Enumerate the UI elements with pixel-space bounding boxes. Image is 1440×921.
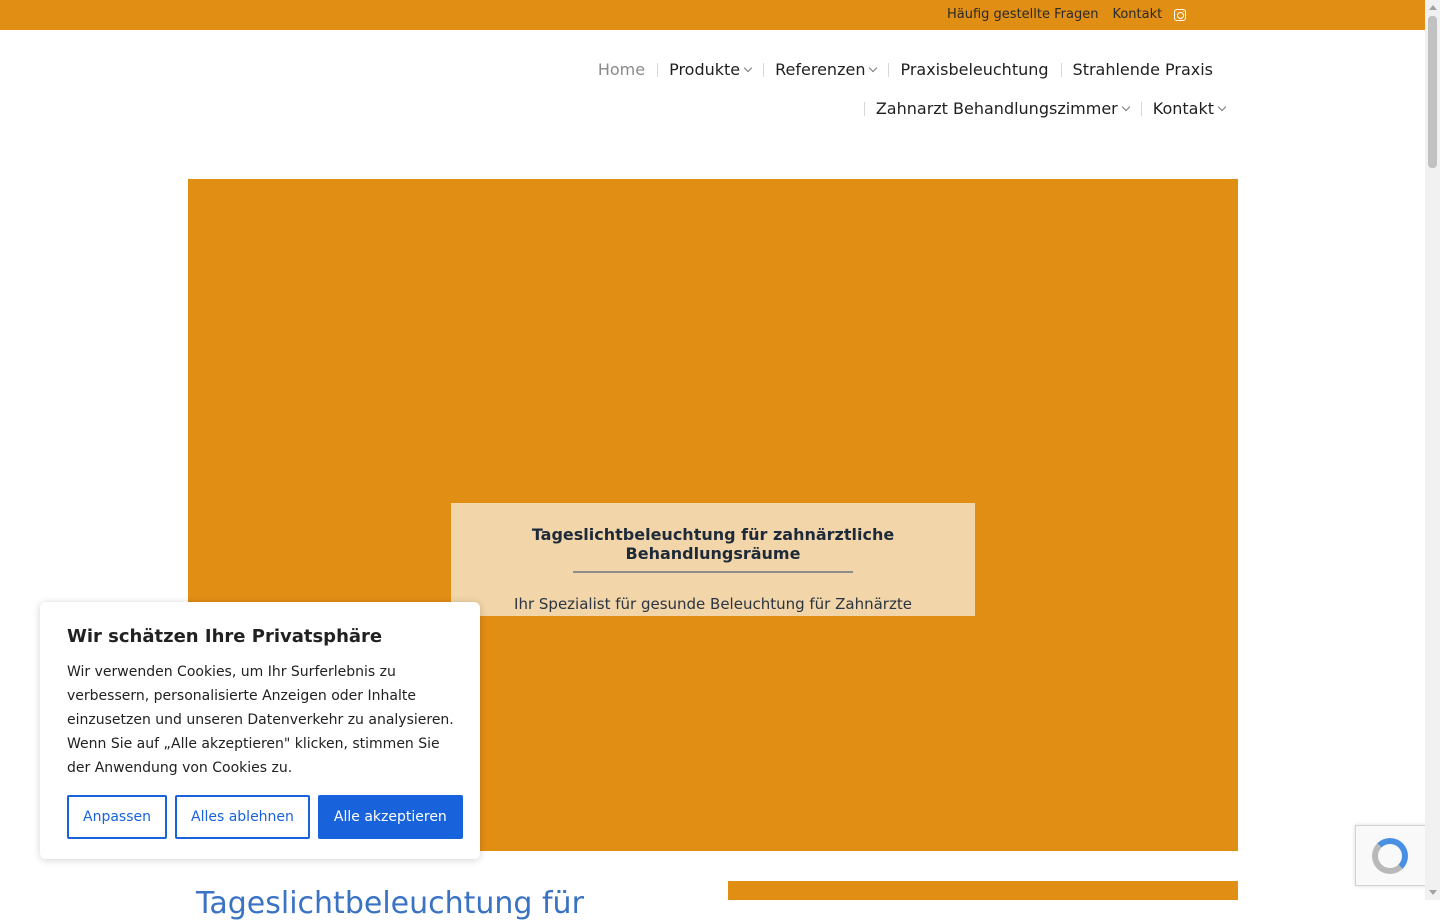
section-image [728,881,1238,900]
nav-item-label: Produkte [669,60,741,79]
nav-item-praxisbeleuchtung[interactable]: Praxisbeleuchtung [888,60,1060,79]
instagram-icon[interactable] [1174,8,1187,21]
main-navigation: Home Produkte Referenzen Praxisbeleuchtu… [0,30,1425,160]
chevron-down-icon [1121,102,1130,111]
customize-button[interactable]: Anpassen [67,795,167,839]
nav-item-label: Strahlende Praxis [1072,60,1213,79]
top-contact-link[interactable]: Kontakt [1112,7,1162,22]
nav-row-1: Home Produkte Referenzen Praxisbeleuchtu… [586,60,1225,79]
vertical-scrollbar[interactable] [1425,0,1440,900]
nav-item-label: Home [597,60,646,79]
recaptcha-badge[interactable] [1355,825,1427,886]
nav-item-referenzen[interactable]: Referenzen [763,60,888,79]
chevron-down-icon [743,63,753,72]
hero-subtitle: Ihr Spezialist für gesunde Beleuchtung f… [514,595,912,613]
hero-title: Tageslichtbeleuchtung für zahnärztliche … [531,525,895,563]
nav-item-zahnarzt-behandlungszimmer[interactable]: Zahnarzt Behandlungszimmer [863,99,1141,118]
nav-item-label: Zahnarzt Behandlungszimmer [875,99,1118,118]
scroll-up-arrow-icon[interactable] [1429,5,1437,10]
nav-item-kontakt[interactable]: Kontakt [1140,99,1237,118]
scroll-down-arrow-icon[interactable] [1429,890,1437,895]
top-bar: Häufig gestellte Fragen Kontakt [0,0,1425,30]
cookie-text: Wir verwenden Cookies, um Ihr Surferlebn… [67,664,454,776]
nav-item-home[interactable]: Home [586,60,657,79]
nav-item-produkte[interactable]: Produkte [657,60,763,79]
hero-divider [573,571,853,573]
nav-item-label: Referenzen [775,60,866,79]
nav-item-strahlende-praxis[interactable]: Strahlende Praxis [1060,60,1225,79]
chevron-down-icon [1217,102,1227,111]
reject-all-button[interactable]: Alles ablehnen [175,795,310,839]
cookie-title: Wir schätzen Ihre Privatsphäre [67,626,383,647]
accept-all-button[interactable]: Alle akzeptieren [317,795,463,839]
hero-caption: Tageslichtbeleuchtung für zahnärztliche … [451,503,975,616]
top-bar-links: Häufig gestellte Fragen Kontakt [947,7,1187,22]
section-heading: Tageslichtbeleuchtung für [196,886,584,921]
nav-row-2: Zahnarzt Behandlungszimmer Kontakt [863,99,1237,118]
chevron-down-icon [869,63,878,72]
cookie-buttons: Anpassen Alles ablehnen Alle akzeptieren [67,795,471,839]
recaptcha-icon [1372,838,1408,874]
faq-link[interactable]: Häufig gestellte Fragen [947,7,1098,22]
cookie-consent-banner: Wir schätzen Ihre Privatsphäre Wir verwe… [40,602,480,859]
nav-item-label: Praxisbeleuchtung [900,60,1049,79]
nav-item-label: Kontakt [1152,99,1214,118]
scrollbar-thumb[interactable] [1428,16,1437,168]
